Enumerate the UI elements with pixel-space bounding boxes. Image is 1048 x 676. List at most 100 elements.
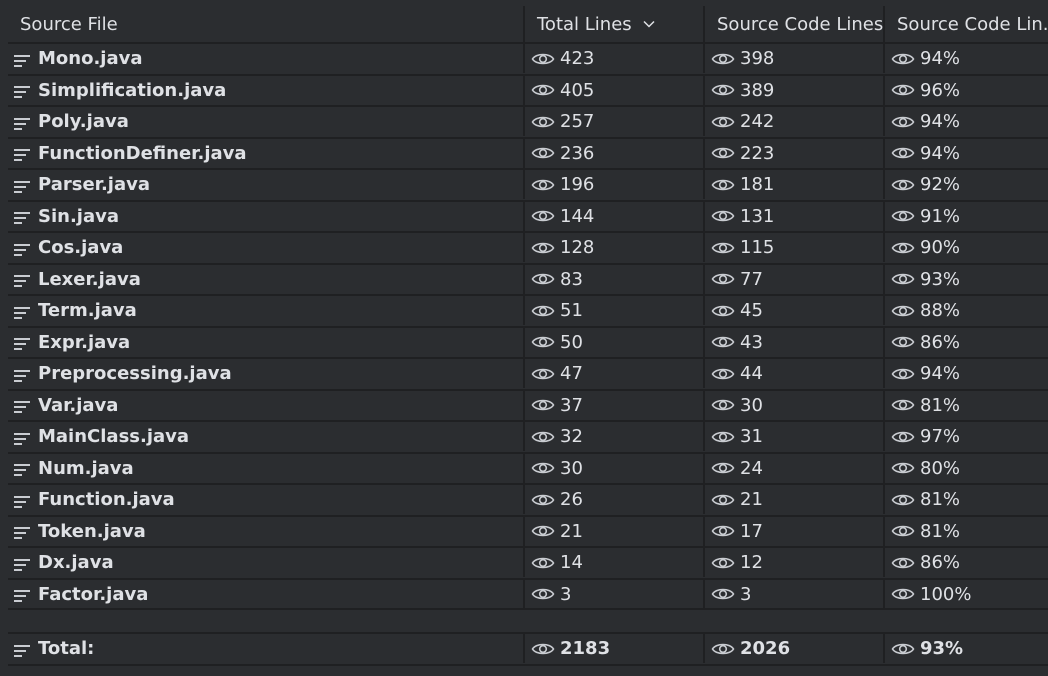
table-row[interactable]: Lexer.java 83 77 93% [8, 262, 1048, 294]
file-name: Preprocessing.java [38, 363, 232, 384]
eye-icon [891, 303, 915, 319]
source-code-lines-value: 45 [740, 300, 763, 321]
column-header-source-file[interactable]: Source File [8, 6, 525, 42]
table-row[interactable]: Expr.java 50 43 86% [8, 325, 1048, 357]
source-code-percent-value: 94% [920, 48, 961, 69]
source-code-lines-value: 24 [740, 457, 763, 479]
source-code-percent-cell: 86% [885, 548, 1048, 577]
source-code-lines-value: 3 [740, 583, 752, 605]
file-name: Factor.java [38, 583, 149, 605]
source-code-percent-cell: 100% [885, 580, 1048, 609]
table-row[interactable]: Cos.java 128 115 90% [8, 231, 1048, 262]
source-code-lines-value: 31 [740, 426, 763, 447]
table-row[interactable]: Factor.java 3 3 100% [8, 577, 1048, 609]
column-header-source-code-lines-percent[interactable]: Source Code Lin... [885, 6, 1048, 42]
eye-icon [711, 523, 735, 539]
source-code-lines-value: 398 [740, 48, 775, 69]
table-spacer [8, 608, 1048, 634]
eye-icon [531, 177, 555, 193]
source-code-lines-cell: 30 [705, 390, 885, 420]
source-code-lines-cell: 223 [705, 138, 885, 168]
eye-icon [711, 271, 735, 287]
eye-icon [531, 51, 555, 67]
column-header-source-code-lines[interactable]: Source Code Lines [705, 6, 885, 42]
source-code-lines-value: 115 [740, 237, 775, 258]
eye-icon [711, 492, 735, 508]
table-row[interactable]: Mono.java 423 398 94% [8, 42, 1048, 73]
lines-icon [14, 209, 32, 224]
source-code-percent-value: 94% [920, 111, 961, 132]
source-code-percent-value: 94% [920, 363, 961, 384]
source-code-percent-cell: 97% [885, 422, 1048, 451]
table-row[interactable]: Parser.java 196 181 92% [8, 168, 1048, 199]
eye-icon [711, 334, 735, 350]
table-row[interactable]: Poly.java 257 242 94% [8, 105, 1048, 136]
source-code-lines-cell: 12 [705, 548, 885, 577]
eye-icon [711, 460, 735, 476]
total-lines-value: 2183 [560, 638, 611, 659]
source-code-percent-cell: 93% [885, 634, 1048, 663]
table-row[interactable]: FunctionDefiner.java 236 223 94% [8, 136, 1048, 168]
table-row[interactable]: Function.java 26 21 81% [8, 483, 1048, 514]
lines-icon [14, 367, 32, 382]
table-row[interactable]: Preprocessing.java 47 44 94% [8, 357, 1048, 388]
total-lines-cell: 2183 [525, 634, 705, 663]
total-lines-cell: 14 [525, 548, 705, 577]
source-code-lines-cell: 45 [705, 296, 885, 325]
eye-icon [891, 366, 915, 382]
lines-icon [14, 115, 32, 130]
total-lines-cell: 3 [525, 579, 705, 609]
lines-icon [14, 556, 32, 571]
source-file-cell: Preprocessing.java [8, 359, 525, 388]
lines-icon [14, 178, 32, 193]
source-code-percent-cell: 88% [885, 296, 1048, 325]
source-code-lines-cell: 43 [705, 327, 885, 357]
source-code-lines-value: 131 [740, 205, 775, 227]
file-name: Total: [38, 638, 95, 659]
file-name: Sin.java [38, 205, 119, 227]
table-row[interactable]: Term.java 51 45 88% [8, 294, 1048, 325]
table-row[interactable]: Simplification.java 405 389 96% [8, 73, 1048, 105]
file-name: Cos.java [38, 237, 124, 258]
total-lines-cell: 83 [525, 264, 705, 294]
source-file-cell: Lexer.java [8, 264, 525, 294]
total-lines-value: 51 [560, 300, 583, 321]
table-row[interactable]: Sin.java 144 131 91% [8, 199, 1048, 231]
source-file-cell: FunctionDefiner.java [8, 138, 525, 168]
source-code-lines-cell: 389 [705, 75, 885, 105]
source-file-cell: Token.java [8, 516, 525, 546]
source-code-lines-value: 242 [740, 111, 775, 132]
total-lines-value: 236 [560, 142, 595, 164]
source-code-lines-cell: 115 [705, 233, 885, 262]
total-lines-cell: 37 [525, 390, 705, 420]
source-file-cell: Poly.java [8, 107, 525, 136]
source-file-cell: Expr.java [8, 327, 525, 357]
source-code-percent-value: 93% [920, 638, 964, 659]
lines-icon [14, 398, 32, 413]
source-code-lines-cell: 242 [705, 107, 885, 136]
table-row[interactable]: Num.java 30 24 80% [8, 451, 1048, 483]
eye-icon [531, 555, 555, 571]
eye-icon [711, 555, 735, 571]
total-lines-cell: 405 [525, 75, 705, 105]
source-code-lines-value: 21 [740, 489, 763, 510]
chevron-down-icon[interactable] [642, 17, 656, 31]
source-file-cell: Total: [8, 634, 525, 663]
metrics-table: Source File Total Lines Source Code Line… [0, 0, 1048, 676]
total-lines-value: 30 [560, 457, 583, 479]
lines-icon [14, 587, 32, 602]
source-code-percent-value: 93% [920, 268, 961, 290]
total-row[interactable]: Total: 2183 2026 93% [8, 632, 1048, 663]
table-row[interactable]: Dx.java 14 12 86% [8, 546, 1048, 577]
table-row[interactable]: MainClass.java 32 31 97% [8, 420, 1048, 451]
eye-icon [531, 429, 555, 445]
file-name: Poly.java [38, 111, 129, 132]
lines-icon [14, 146, 32, 161]
source-code-percent-value: 86% [920, 552, 961, 573]
source-file-cell: Sin.java [8, 201, 525, 231]
table-row[interactable]: Var.java 37 30 81% [8, 388, 1048, 420]
eye-icon [531, 523, 555, 539]
table-row[interactable]: Token.java 21 17 81% [8, 514, 1048, 546]
source-code-percent-cell: 86% [885, 328, 1048, 357]
column-header-total-lines[interactable]: Total Lines [525, 6, 705, 42]
